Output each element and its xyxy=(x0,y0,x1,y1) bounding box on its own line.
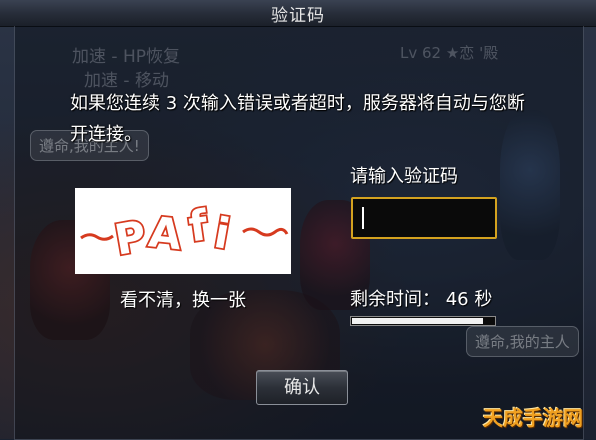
captcha-drawing: P A f i xyxy=(80,199,289,267)
confirm-button[interactable]: 确认 xyxy=(256,370,348,405)
captcha-char-3: f xyxy=(186,200,212,251)
captcha-char-2: A xyxy=(146,207,184,259)
captcha-dialog: 验证码 如果您连续 3 次输入错误或者超时，服务器将自动与您断开连接。 P A … xyxy=(0,0,596,440)
refresh-captcha-link[interactable]: 看不清，换一张 xyxy=(75,286,291,312)
disconnect-warning-text: 如果您连续 3 次输入错误或者超时，服务器将自动与您断开连接。 xyxy=(70,93,525,145)
time-remaining-text: 剩余时间： 46 秒 xyxy=(350,289,493,310)
time-remaining-bar xyxy=(350,316,496,326)
captcha-char-4: i xyxy=(211,208,234,259)
captcha-squiggle-right xyxy=(242,227,289,237)
dialog-title: 验证码 xyxy=(271,6,325,26)
captcha-char-1: P xyxy=(111,211,150,265)
time-remaining-fill xyxy=(352,318,483,324)
captcha-squiggle-left xyxy=(80,233,114,241)
captcha-image: P A f i xyxy=(75,188,291,274)
input-caret xyxy=(362,207,364,229)
site-watermark: 天成手游网 xyxy=(483,406,583,430)
captcha-input[interactable] xyxy=(351,197,497,239)
captcha-input-label: 请输入验证码 xyxy=(350,166,458,187)
dialog-titlebar: 验证码 xyxy=(0,0,596,27)
